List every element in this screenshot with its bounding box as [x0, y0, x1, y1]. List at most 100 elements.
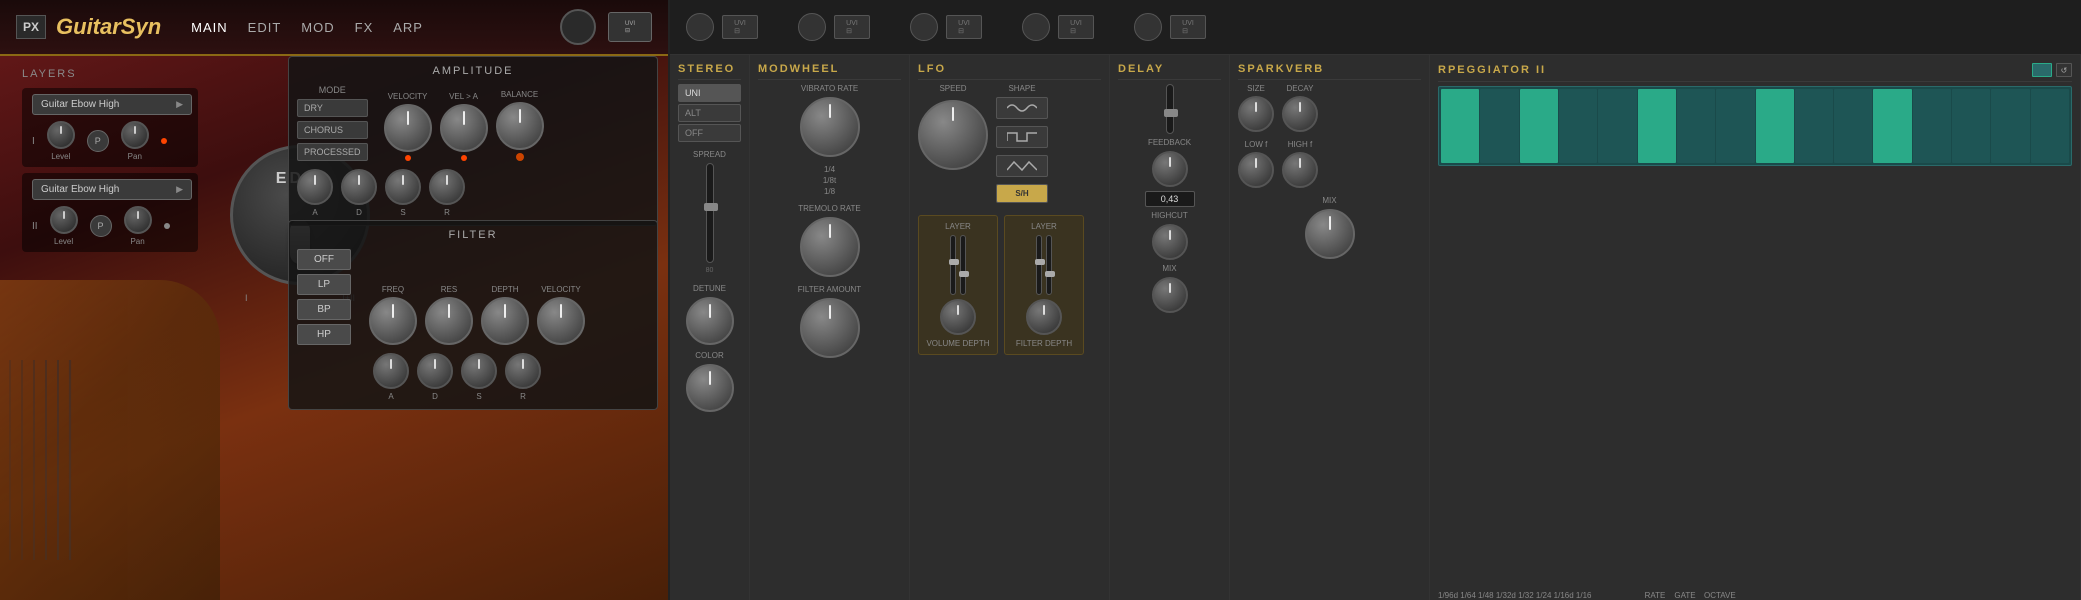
sparkverb-mix-knob[interactable]: [1305, 209, 1355, 259]
filter-d-knob[interactable]: [417, 353, 453, 389]
arp-col-8[interactable]: [1756, 89, 1794, 163]
sparkverb-size-knob[interactable]: [1238, 96, 1274, 132]
stereo-off-btn[interactable]: OFF: [678, 124, 741, 142]
filter-depth-knob[interactable]: [481, 297, 529, 345]
arp-col-15[interactable]: [2031, 89, 2069, 163]
layer2-pan-knob[interactable]: [124, 206, 152, 234]
delay-mix-knob[interactable]: [1152, 277, 1188, 313]
arp-col-5[interactable]: [1638, 89, 1676, 163]
filter-amount-knob[interactable]: [800, 298, 860, 358]
filter-res-knob[interactable]: [425, 297, 473, 345]
tremolo-rate-knob[interactable]: [800, 217, 860, 277]
amp-controls: MODE DRY CHORUS PROCESSED VELOCITY VEL >…: [297, 85, 649, 161]
vibrato-rate-knob[interactable]: [800, 97, 860, 157]
nav-arp[interactable]: ARP: [393, 20, 423, 35]
arp-col-4[interactable]: [1598, 89, 1636, 163]
arp-col-13[interactable]: [1952, 89, 1990, 163]
delay-highcut-knob[interactable]: [1152, 224, 1188, 260]
amp-s-knob[interactable]: [385, 169, 421, 205]
layer1-fader[interactable]: [949, 259, 959, 265]
arp-col-7[interactable]: [1716, 89, 1754, 163]
arp-loop-btn[interactable]: ↺: [2056, 63, 2072, 77]
arp-col-10[interactable]: [1834, 89, 1872, 163]
arp-grid[interactable]: [1438, 86, 2072, 166]
balance-knob[interactable]: [496, 102, 544, 150]
layer1-selector[interactable]: Guitar Ebow High ▶: [32, 94, 192, 115]
top-circle-5[interactable]: [1134, 13, 1162, 41]
layer2-selector[interactable]: Guitar Ebow High ▶: [32, 179, 192, 200]
spread-thumb[interactable]: [704, 203, 718, 211]
layer2-fader2[interactable]: [1045, 271, 1055, 277]
amp-d-knob[interactable]: [341, 169, 377, 205]
velocity-knob[interactable]: [384, 104, 432, 152]
spread-slider[interactable]: SPREAD 80: [678, 150, 741, 274]
arp-col-3[interactable]: [1559, 89, 1597, 163]
mode-chorus-btn[interactable]: CHORUS: [297, 121, 368, 139]
nav-main[interactable]: MAIN: [191, 20, 228, 35]
header-circle-btn[interactable]: [560, 9, 596, 45]
lfo-sine-btn[interactable]: [996, 97, 1048, 119]
amp-r-knob[interactable]: [429, 169, 465, 205]
vel-a-knob[interactable]: [440, 104, 488, 152]
top-uvi-1[interactable]: UVI⊟: [722, 15, 758, 39]
filter-velocity-knob[interactable]: [537, 297, 585, 345]
filter-s-knob[interactable]: [461, 353, 497, 389]
layer1-p-btn[interactable]: P: [87, 130, 109, 152]
top-uvi-4[interactable]: UVI⊟: [1058, 15, 1094, 39]
filter-lp-btn[interactable]: LP: [297, 274, 351, 295]
header-uvi-btn[interactable]: UVI⊟: [608, 12, 652, 42]
nav-fx[interactable]: FX: [355, 20, 374, 35]
lfo-square-btn[interactable]: [996, 126, 1048, 148]
detune-knob[interactable]: [686, 297, 734, 345]
filter-hp-btn[interactable]: HP: [297, 324, 351, 345]
layer2-p-btn[interactable]: P: [90, 215, 112, 237]
filter-off-btn[interactable]: OFF: [297, 249, 351, 270]
lfo-speed-knob[interactable]: [918, 100, 988, 170]
nav-edit[interactable]: EDIT: [248, 20, 282, 35]
delay-title: DELAY: [1118, 63, 1221, 75]
arp-col-12[interactable]: [1913, 89, 1951, 163]
top-uvi-2[interactable]: UVI⊟: [834, 15, 870, 39]
volume-depth-knob[interactable]: [940, 299, 976, 335]
top-circle-1[interactable]: [686, 13, 714, 41]
arp-col-2[interactable]: [1520, 89, 1558, 163]
sparkverb-decay-knob[interactable]: [1282, 96, 1318, 132]
color-knob[interactable]: [686, 364, 734, 412]
arp-col-6[interactable]: [1677, 89, 1715, 163]
sparkverb-high-f-knob[interactable]: [1282, 152, 1318, 188]
top-uvi-3[interactable]: UVI⊟: [946, 15, 982, 39]
stereo-alt-btn[interactable]: ALT: [678, 104, 741, 122]
filter-a-knob[interactable]: [373, 353, 409, 389]
filter-r-knob[interactable]: [505, 353, 541, 389]
arp-col-1[interactable]: [1480, 89, 1518, 163]
arp-col-9[interactable]: [1795, 89, 1833, 163]
filter-depth-knob[interactable]: [1026, 299, 1062, 335]
arp-display-btn[interactable]: [2032, 63, 2052, 77]
layer2-fader[interactable]: [1035, 259, 1045, 265]
lfo-layer2-panel: LAYER FILTER DEPTH: [1004, 215, 1084, 355]
stereo-uni-btn[interactable]: UNI: [678, 84, 741, 102]
arp-col-11[interactable]: [1873, 89, 1911, 163]
layer1-level-knob[interactable]: [47, 121, 75, 149]
layer1-fader2[interactable]: [959, 271, 969, 277]
top-circle-4[interactable]: [1022, 13, 1050, 41]
mode-processed-btn[interactable]: PROCESSED: [297, 143, 368, 161]
delay-feedback-knob[interactable]: [1152, 151, 1188, 187]
top-circle-3[interactable]: [910, 13, 938, 41]
filter-bp-btn[interactable]: BP: [297, 299, 351, 320]
arp-col-0[interactable]: [1441, 89, 1479, 163]
layer1-pan-knob[interactable]: [121, 121, 149, 149]
layer2-level-knob[interactable]: [50, 206, 78, 234]
nav-mod[interactable]: MOD: [301, 20, 334, 35]
delay-time-slider[interactable]: [1164, 109, 1178, 117]
arp-col-14[interactable]: [1991, 89, 2029, 163]
mode-dry-btn[interactable]: DRY: [297, 99, 368, 117]
amp-a-knob[interactable]: [297, 169, 333, 205]
top-uvi-5[interactable]: UVI⊟: [1170, 15, 1206, 39]
arp-bottom-controls: 1/96d 1/64 1/48 1/32d 1/32 1/24 1/16d 1/…: [1438, 591, 2072, 600]
lfo-sh-btn[interactable]: S/H: [996, 184, 1048, 203]
sparkverb-low-f-knob[interactable]: [1238, 152, 1274, 188]
filter-freq-knob[interactable]: [369, 297, 417, 345]
top-circle-2[interactable]: [798, 13, 826, 41]
lfo-triangle-btn[interactable]: [996, 155, 1048, 177]
